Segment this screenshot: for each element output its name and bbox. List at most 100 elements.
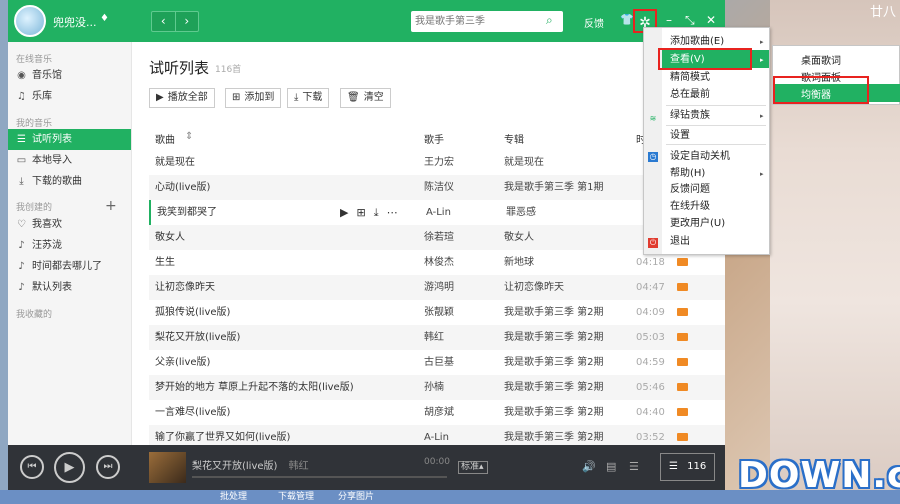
lyrics-icon[interactable]: ▤	[606, 460, 616, 473]
song-singer[interactable]: 林俊杰	[424, 250, 454, 275]
menu-item[interactable]: 精简模式	[670, 70, 710, 86]
sidebar-item-downloaded[interactable]: ⤓ 下载的歌曲	[8, 171, 131, 192]
search-input[interactable]	[415, 13, 541, 30]
vip-diamond-icon[interactable]: ♦	[100, 13, 109, 24]
taskbar-item[interactable]: 分享图片	[338, 490, 374, 504]
clear-button[interactable]: 🗑 清空	[340, 88, 391, 108]
table-row[interactable]: 梨花又开放(live版) 韩红 我是歌手第三季 第2期 05:03	[149, 325, 725, 350]
taskbar-item[interactable]: 批处理	[220, 490, 247, 504]
song-album[interactable]: 我是歌手第三季 第2期	[504, 375, 604, 400]
table-row[interactable]: 父亲(live版) 古巨基 我是歌手第三季 第2期 04:59	[149, 350, 725, 375]
table-row[interactable]: 孤狼传说(live版) 张靓颖 我是歌手第三季 第2期 04:09	[149, 300, 725, 325]
table-row[interactable]: 梦开始的地方 草原上升起不落的太阳(live版) 孙楠 我是歌手第三季 第2期 05:…	[149, 375, 725, 400]
download-button[interactable]: ⤓ 下载	[287, 88, 330, 108]
song-singer[interactable]: 游鸿明	[424, 275, 454, 300]
song-singer[interactable]: 古巨基	[424, 350, 454, 375]
song-singer[interactable]: A-Lin	[424, 425, 449, 445]
back-arrow-icon[interactable]: ‹	[152, 12, 175, 31]
sidebar-item-trial-list[interactable]: ☰ 试听列表	[8, 129, 131, 150]
table-row[interactable]: 输了你赢了世界又如何(live版) A-Lin 我是歌手第三季 第2期 03:52	[149, 425, 725, 445]
song-album[interactable]: 我是歌手第三季 第2期	[504, 350, 604, 375]
table-row[interactable]: 让初恋像昨天 游鸿明 让初恋像昨天 04:47	[149, 275, 725, 300]
menu-item[interactable]: 退出	[670, 234, 690, 250]
sidebar-item-playlist[interactable]: ♪ 时间都去哪儿了	[8, 256, 131, 277]
sidebar-item-playlist[interactable]: ♡ 我喜欢	[8, 214, 131, 235]
song-album[interactable]: 敬女人	[504, 225, 534, 250]
column-album[interactable]: 专辑	[504, 131, 524, 146]
add-playlist-icon[interactable]: +	[105, 198, 117, 214]
table-row[interactable]: 生生 林俊杰 新地球 04:18	[149, 250, 725, 275]
song-album[interactable]: 就是现在	[504, 150, 544, 175]
song-title[interactable]: 我笑到都哭了	[157, 200, 217, 225]
song-album[interactable]: 我是歌手第三季 第2期	[504, 300, 604, 325]
play-pause-icon[interactable]: ▶	[54, 452, 85, 483]
download-icon[interactable]: ⤓	[374, 200, 379, 225]
user-avatar[interactable]	[14, 5, 46, 37]
mini-mode-icon[interactable]: ⤡	[685, 13, 695, 28]
menu-item[interactable]: 总在最前	[670, 87, 710, 103]
song-title[interactable]: 敬女人	[155, 225, 185, 250]
menu-item[interactable]: 绿钻贵族	[670, 108, 710, 124]
song-singer[interactable]: 徐若瑄	[424, 225, 454, 250]
song-singer[interactable]: A-Lin	[426, 200, 451, 225]
play-mode-icon[interactable]: ☰	[629, 460, 639, 473]
menu-item[interactable]: 帮助(H)	[670, 166, 705, 182]
sidebar-item-local-import[interactable]: ▭ 本地导入	[8, 150, 131, 171]
taskbar-item[interactable]: 下载管理	[278, 490, 314, 504]
song-title[interactable]: 心动(live版)	[155, 175, 210, 200]
song-singer[interactable]: 胡彦斌	[424, 400, 454, 425]
more-icon[interactable]: ⋯	[387, 200, 398, 225]
minimize-icon[interactable]: –	[666, 13, 672, 27]
close-icon[interactable]: ✕	[706, 13, 716, 27]
song-title[interactable]: 孤狼传说(live版)	[155, 300, 230, 325]
song-title[interactable]: 梨花又开放(live版)	[155, 325, 240, 350]
table-row[interactable]: 一言难尽(live版) 胡彦斌 我是歌手第三季 第2期 04:40	[149, 400, 725, 425]
table-row[interactable]: 心动(live版) 陈洁仪 我是歌手第三季 第1期	[149, 175, 725, 200]
song-singer[interactable]: 韩红	[424, 325, 444, 350]
sidebar-item-library[interactable]: ♫ 乐库	[8, 86, 131, 107]
song-album[interactable]: 我是歌手第三季 第2期	[504, 400, 604, 425]
play-icon[interactable]: ▶	[340, 200, 348, 225]
username-label[interactable]: 兜兜没...	[53, 14, 97, 30]
sidebar-item-playlist[interactable]: ♪ 汪苏泷	[8, 235, 131, 256]
column-song[interactable]: 歌曲	[155, 131, 175, 146]
submenu-item-desktop-lyrics[interactable]: 桌面歌词	[801, 52, 841, 67]
song-singer[interactable]: 张靓颖	[424, 300, 454, 325]
volume-icon[interactable]: 🔊	[582, 460, 596, 473]
song-title[interactable]: 一言难尽(live版)	[155, 400, 230, 425]
playlist-button[interactable]: ☰ 116	[660, 453, 715, 481]
previous-icon[interactable]: ⏮	[20, 455, 44, 479]
album-cover[interactable]	[149, 452, 186, 483]
add-to-button[interactable]: ⊞ 添加到	[225, 88, 282, 108]
progress-bar[interactable]	[192, 476, 447, 478]
menu-item[interactable]: 反馈问题	[670, 182, 710, 198]
forward-arrow-icon[interactable]: ›	[174, 12, 199, 31]
sidebar-item-playlist[interactable]: ♪ 默认列表	[8, 277, 131, 298]
table-row[interactable]: 我笑到都哭了 A-Lin 罪恶感 ▶ ⊞ ⤓ ⋯	[149, 200, 725, 225]
song-album[interactable]: 我是歌手第三季 第2期	[504, 325, 604, 350]
sidebar-item-music-hall[interactable]: ◉ 音乐馆	[8, 65, 131, 86]
play-all-button[interactable]: ▶ 播放全部	[149, 88, 215, 108]
skin-shirt-icon[interactable]: 👕	[620, 13, 634, 26]
song-album[interactable]: 让初恋像昨天	[504, 275, 564, 300]
song-title[interactable]: 父亲(live版)	[155, 350, 210, 375]
table-row[interactable]: 敬女人 徐若瑄 敬女人	[149, 225, 725, 250]
song-title[interactable]: 就是现在	[155, 150, 195, 175]
menu-item[interactable]: 更改用户(U)	[670, 216, 725, 232]
song-album[interactable]: 我是歌手第三季 第2期	[504, 425, 604, 445]
menu-item[interactable]: 在线升级	[670, 199, 710, 215]
next-icon[interactable]: ⏭	[96, 455, 120, 479]
now-playing-artist[interactable]: 韩红	[289, 461, 309, 472]
song-title[interactable]: 输了你赢了世界又如何(live版)	[155, 425, 290, 445]
search-icon[interactable]: ⌕	[546, 14, 558, 26]
song-album[interactable]: 新地球	[504, 250, 534, 275]
menu-item[interactable]: 设定自动关机	[670, 149, 730, 165]
quality-select[interactable]: 标准▴	[458, 461, 488, 474]
column-singer[interactable]: 歌手	[424, 131, 444, 146]
song-title[interactable]: 梦开始的地方 草原上升起不落的太阳(live版)	[155, 375, 354, 400]
song-singer[interactable]: 陈洁仪	[424, 175, 454, 200]
song-album[interactable]: 我是歌手第三季 第1期	[504, 175, 604, 200]
add-icon[interactable]: ⊞	[356, 200, 365, 225]
sort-icon[interactable]: ⇕	[185, 131, 193, 142]
song-title[interactable]: 让初恋像昨天	[155, 275, 215, 300]
